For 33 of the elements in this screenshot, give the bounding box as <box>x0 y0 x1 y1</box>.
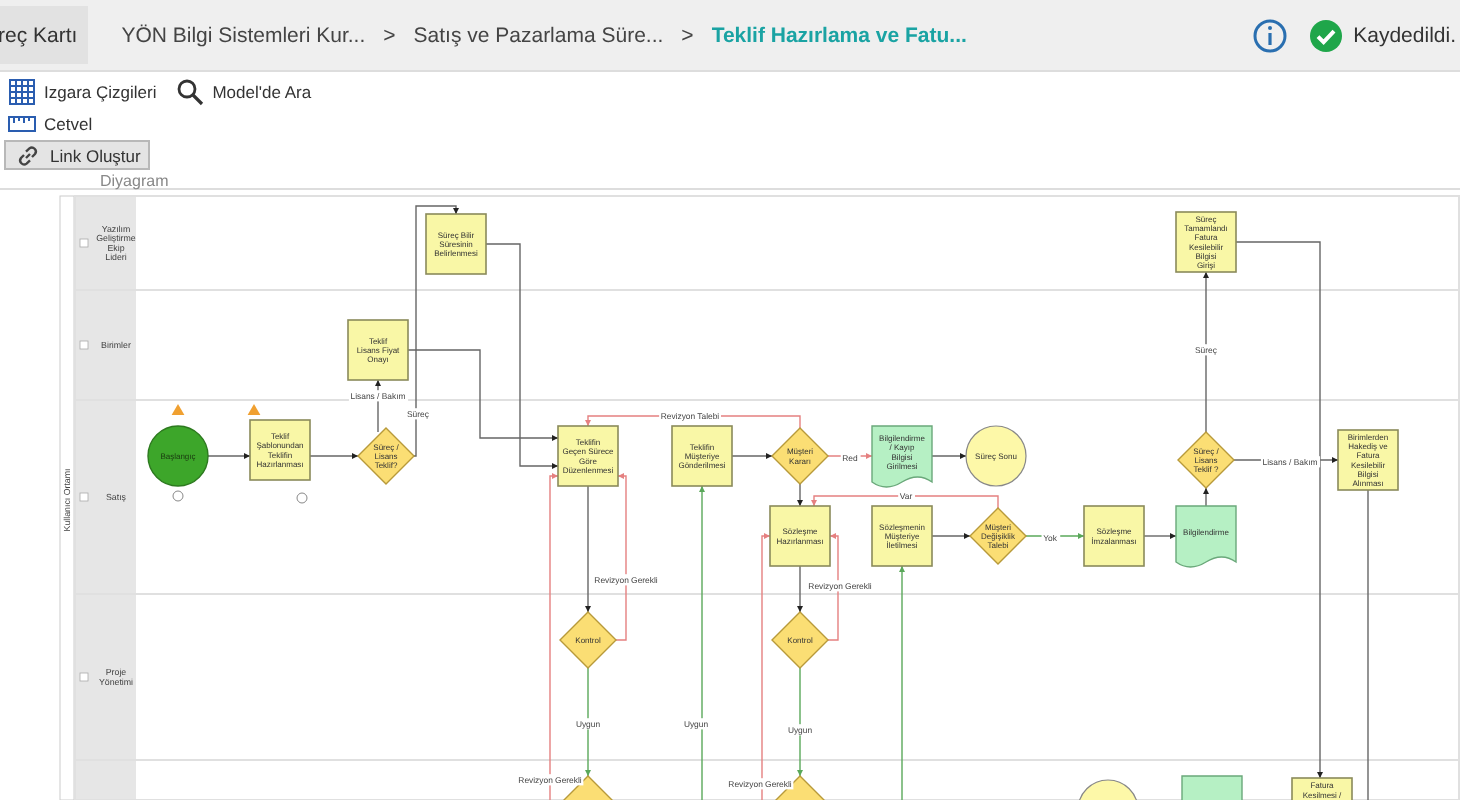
connector-line <box>585 485 591 613</box>
warning-icon <box>171 404 185 415</box>
breadcrumb-separator: > <box>681 23 694 47</box>
connector-line <box>1143 533 1177 539</box>
saved-status: Kaydedildi. <box>1353 23 1456 47</box>
link-icon <box>14 141 42 169</box>
warning-icon <box>247 404 261 415</box>
connector-line <box>931 533 971 539</box>
toolbar-button[interactable]: Izgara Çizgileri <box>4 76 165 106</box>
breadcrumb-link[interactable]: Satış ve Pazarlama Süre... <box>413 23 664 47</box>
check-icon <box>1309 19 1342 51</box>
marker-icon <box>296 492 308 504</box>
lane-header <box>76 197 136 289</box>
connector-line <box>207 453 251 459</box>
toolbar-button[interactable]: Model'de Ara <box>172 76 320 106</box>
breadcrumb-separator: > <box>383 23 396 47</box>
marker-icon <box>172 490 184 502</box>
search-icon <box>176 77 205 105</box>
process-card-tab[interactable]: reç Kartı <box>0 6 88 64</box>
breadcrumb-link[interactable]: YÖN Bilgi Sistemleri Kur... <box>121 23 366 47</box>
connector-line <box>931 453 967 459</box>
connector-line <box>797 565 803 613</box>
document-step <box>1181 775 1243 800</box>
toolbar-button[interactable]: Link Oluştur <box>4 140 151 170</box>
connector-line <box>1203 487 1209 507</box>
section-label: Diyagram <box>100 172 169 190</box>
grid-icon <box>8 77 36 105</box>
toolbar-button[interactable]: Cetvel <box>4 108 101 138</box>
info-icon <box>1251 17 1288 53</box>
end-event <box>1077 779 1139 800</box>
connector-line <box>797 483 803 507</box>
connector-line <box>731 453 773 459</box>
connector-line <box>309 453 359 459</box>
